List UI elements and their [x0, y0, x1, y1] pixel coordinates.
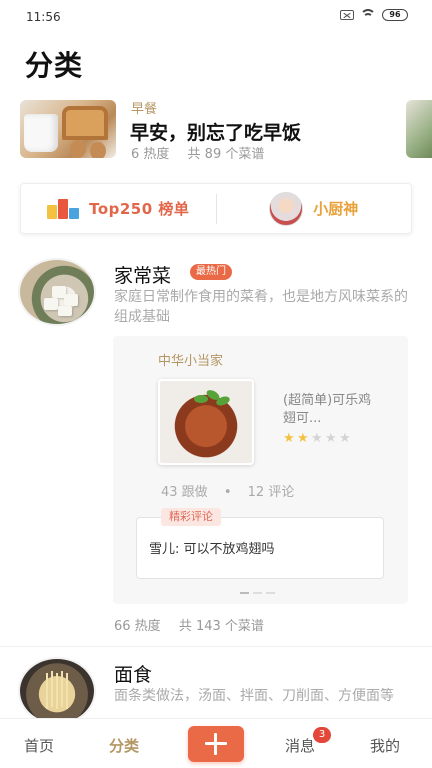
top250-button[interactable]: Top250 榜单 [21, 184, 216, 233]
dish-name[interactable]: (超简单)可乐鸡翅可... [283, 392, 375, 428]
star-icon: ★ [339, 431, 352, 446]
podium-icon [47, 198, 80, 219]
pager-dot [240, 592, 249, 594]
featured-comment-tag: 精彩评论 [161, 508, 221, 526]
hot-badge: 最热门 [190, 264, 232, 280]
star-icon: ★ [325, 431, 338, 446]
star-icon: ★ [297, 431, 310, 446]
recipe-stats: 43 跟做 • 12 评论 [161, 481, 294, 500]
category-description: 面条类做法，汤面、拌面、刀削面、方便面等 [114, 688, 394, 704]
bottom-tab-bar: 首页 分类 消息 3 我的 [0, 718, 432, 768]
breakfast-thumbnail [20, 100, 116, 158]
banner-tag: 早餐 [131, 102, 158, 117]
status-time: 11:56 [26, 10, 61, 24]
star-icon: ★ [283, 431, 296, 446]
dish-photo[interactable] [158, 379, 254, 465]
chef-avatar [269, 191, 304, 226]
comment-count: 12 评论 [247, 485, 295, 500]
wifi-icon [360, 9, 376, 21]
rating-stars: ★★★★★ [283, 431, 353, 446]
star-icon: ★ [311, 431, 324, 446]
battery-icon: 96 [382, 9, 408, 21]
category-recipe-count: 共 143 个菜谱 [178, 619, 264, 634]
recipe-author[interactable]: 中华小当家 [158, 350, 223, 369]
ranking-bar: Top250 榜单 小厨神 [20, 183, 412, 234]
status-icons: 96 [340, 9, 408, 21]
tab-category[interactable]: 分类 [109, 735, 139, 756]
next-banner-thumbnail[interactable] [406, 100, 432, 158]
category-thumbnail-home-cooking[interactable] [20, 260, 94, 324]
tab-home[interactable]: 首页 [24, 735, 54, 756]
tab-mine[interactable]: 我的 [370, 735, 400, 756]
tab-messages[interactable]: 消息 [285, 735, 315, 756]
category-thumbnail-noodles[interactable] [20, 659, 94, 723]
top250-label: Top250 榜单 [89, 200, 190, 218]
follow-count: 43 跟做 [161, 485, 208, 500]
carousel-pager [240, 592, 275, 594]
category-name[interactable]: 面食 [114, 660, 152, 687]
category-name[interactable]: 家常菜 [114, 261, 171, 288]
comment-text: 雪儿: 可以不放鸡翅吗 [149, 542, 275, 557]
stats-separator: • [223, 485, 232, 500]
banner-heat: 6 热度 [131, 147, 170, 162]
featured-comment[interactable]: 精彩评论 雪儿: 可以不放鸡翅吗 [136, 508, 384, 579]
banner-headline[interactable]: 早安，别忘了吃早饭 [130, 118, 301, 145]
message-count-badge: 3 [313, 727, 331, 743]
plus-icon [205, 733, 227, 755]
banner-recipe-count: 共 89 个菜谱 [187, 147, 265, 162]
status-bar: 11:56 96 [0, 0, 432, 34]
featured-recipe-card[interactable]: 中华小当家 (超简单)可乐鸡翅可... ★★★★★ 43 跟做 • 12 评论 … [113, 336, 408, 604]
little-chef-button[interactable]: 小厨神 [217, 184, 412, 233]
category-description: 家庭日常制作食用的菜肴，也是地方风味菜系的组成基础 [114, 289, 408, 325]
pager-dot [253, 592, 262, 594]
pager-dot [266, 592, 275, 594]
section-divider [0, 646, 432, 647]
page-title: 分类 [25, 49, 84, 82]
little-chef-label: 小厨神 [313, 200, 359, 218]
category-meta: 66 热度 共 143 个菜谱 [114, 615, 264, 634]
sim-off-icon [340, 10, 354, 20]
add-recipe-button[interactable] [188, 726, 244, 762]
category-heat: 66 热度 [114, 619, 161, 634]
banner-meta: 6 热度 共 89 个菜谱 [131, 143, 264, 162]
